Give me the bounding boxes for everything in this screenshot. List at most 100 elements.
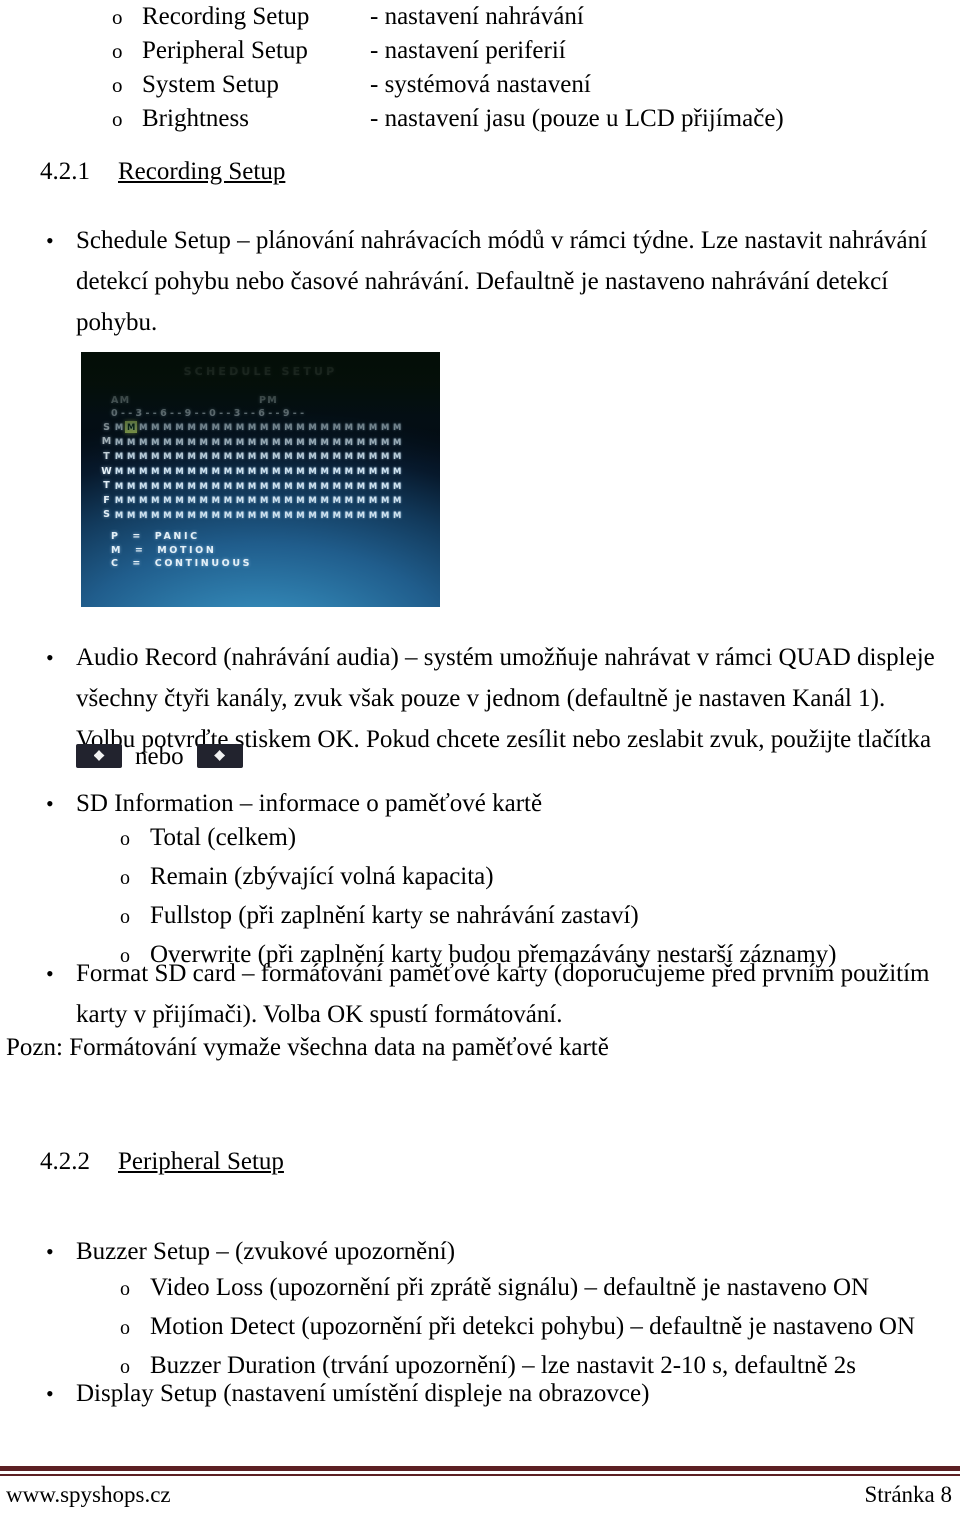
schedule-cell[interactable]: M (173, 450, 185, 462)
schedule-cell[interactable]: M (258, 509, 270, 521)
schedule-cell[interactable]: M (173, 436, 185, 448)
schedule-cell[interactable]: M (343, 480, 355, 492)
schedule-cell[interactable]: M (355, 436, 367, 448)
schedule-cell[interactable]: M (258, 480, 270, 492)
schedule-cell[interactable]: M (173, 509, 185, 521)
schedule-cell[interactable]: M (149, 421, 161, 433)
schedule-cell[interactable]: M (113, 421, 125, 433)
schedule-cell[interactable]: M (307, 509, 319, 521)
schedule-cell[interactable]: M (367, 494, 379, 506)
schedule-cell[interactable]: M (294, 421, 306, 433)
schedule-cell[interactable]: M (137, 450, 149, 462)
schedule-cell[interactable]: M (246, 480, 258, 492)
schedule-cell[interactable]: M (186, 465, 198, 477)
schedule-cell[interactable]: M (149, 509, 161, 521)
schedule-cell[interactable]: M (319, 436, 331, 448)
schedule-cell[interactable]: M (137, 436, 149, 448)
schedule-cell[interactable]: M (391, 509, 403, 521)
schedule-cell[interactable]: M (234, 494, 246, 506)
schedule-cell[interactable]: M (222, 450, 234, 462)
schedule-cell[interactable]: M (161, 494, 173, 506)
schedule-cell[interactable]: M (113, 450, 125, 462)
schedule-cell[interactable]: M (149, 494, 161, 506)
volume-down-key-icon[interactable] (196, 743, 243, 768)
schedule-cell[interactable]: M (343, 465, 355, 477)
schedule-cell[interactable]: M (319, 494, 331, 506)
schedule-cell[interactable]: M (186, 494, 198, 506)
schedule-cell[interactable]: M (161, 450, 173, 462)
schedule-cell[interactable]: M (246, 436, 258, 448)
schedule-cell[interactable]: M (331, 494, 343, 506)
schedule-cell[interactable]: M (198, 480, 210, 492)
schedule-cell[interactable]: M (391, 436, 403, 448)
schedule-cell[interactable]: M (294, 436, 306, 448)
schedule-cell[interactable]: M (246, 494, 258, 506)
schedule-cell[interactable]: M (379, 421, 391, 433)
schedule-cell[interactable]: M (294, 480, 306, 492)
schedule-cell[interactable]: M (391, 480, 403, 492)
schedule-cell[interactable]: M (282, 436, 294, 448)
schedule-cell[interactable]: M (355, 465, 367, 477)
schedule-cell[interactable]: M (113, 509, 125, 521)
schedule-cell[interactable]: M (210, 421, 222, 433)
schedule-cell[interactable]: M (294, 494, 306, 506)
schedule-cell[interactable]: M (270, 509, 282, 521)
schedule-cell[interactable]: M (198, 465, 210, 477)
schedule-cell[interactable]: M (343, 421, 355, 433)
schedule-cell[interactable]: M (331, 480, 343, 492)
schedule-cell[interactable]: M (258, 494, 270, 506)
schedule-cell[interactable]: M (379, 494, 391, 506)
schedule-cell[interactable]: M (270, 450, 282, 462)
schedule-cell[interactable]: M (210, 465, 222, 477)
schedule-cell[interactable]: M (125, 436, 137, 448)
schedule-cell[interactable]: M (149, 480, 161, 492)
schedule-cell[interactable]: M (367, 480, 379, 492)
schedule-cell[interactable]: M (319, 421, 331, 433)
schedule-cell[interactable]: M (343, 509, 355, 521)
schedule-cell[interactable]: M (222, 465, 234, 477)
schedule-cell[interactable]: M (210, 509, 222, 521)
schedule-cell[interactable]: M (294, 465, 306, 477)
schedule-cell[interactable]: M (234, 480, 246, 492)
schedule-cell[interactable]: M (282, 480, 294, 492)
schedule-cell[interactable]: M (307, 494, 319, 506)
schedule-cell[interactable]: M (137, 465, 149, 477)
schedule-cell[interactable]: M (210, 480, 222, 492)
schedule-cell[interactable]: M (307, 450, 319, 462)
schedule-cell[interactable]: M (391, 494, 403, 506)
schedule-cell[interactable]: M (125, 509, 137, 521)
schedule-cell[interactable]: M (198, 421, 210, 433)
schedule-cell[interactable]: M (379, 450, 391, 462)
schedule-cell[interactable]: M (186, 436, 198, 448)
schedule-cell[interactable]: M (270, 421, 282, 433)
schedule-cell[interactable]: M (161, 509, 173, 521)
schedule-cell[interactable]: M (270, 494, 282, 506)
schedule-cell[interactable]: M (282, 509, 294, 521)
schedule-cell[interactable]: M (246, 465, 258, 477)
schedule-cell[interactable]: M (391, 450, 403, 462)
schedule-cell[interactable]: M (379, 480, 391, 492)
schedule-cell[interactable]: M (125, 494, 137, 506)
schedule-cell[interactable]: M (137, 480, 149, 492)
schedule-cell[interactable]: M (246, 509, 258, 521)
schedule-cell[interactable]: M (282, 450, 294, 462)
schedule-cell[interactable]: M (161, 436, 173, 448)
schedule-cell[interactable]: M (331, 450, 343, 462)
schedule-cell[interactable]: M (270, 480, 282, 492)
schedule-cell[interactable]: M (113, 436, 125, 448)
schedule-cell[interactable]: M (161, 480, 173, 492)
schedule-cell[interactable]: M (149, 450, 161, 462)
schedule-cell[interactable]: M (270, 465, 282, 477)
schedule-cell[interactable]: M (355, 494, 367, 506)
schedule-cell[interactable]: M (113, 494, 125, 506)
schedule-cell[interactable]: M (161, 421, 173, 433)
schedule-cell[interactable]: M (125, 465, 137, 477)
schedule-cell[interactable]: M (319, 509, 331, 521)
schedule-cell[interactable]: M (319, 465, 331, 477)
schedule-cell[interactable]: M (367, 421, 379, 433)
schedule-cell[interactable]: M (355, 421, 367, 433)
schedule-cell[interactable]: M (282, 494, 294, 506)
schedule-cell[interactable]: M (173, 494, 185, 506)
schedule-cell[interactable]: M (234, 509, 246, 521)
schedule-cell[interactable]: M (125, 480, 137, 492)
